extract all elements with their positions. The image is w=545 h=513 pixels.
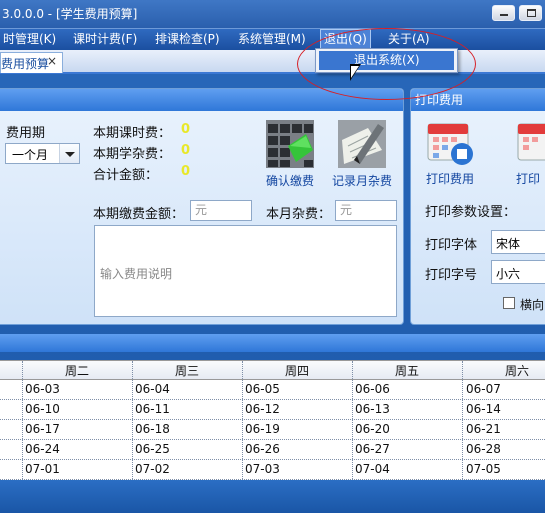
table-row[interactable]: 06-10 06-11 06-12 06-13 06-14 <box>0 400 545 420</box>
lesson-fee-value: 0 <box>181 122 191 137</box>
chevron-down-icon[interactable] <box>59 144 79 163</box>
schedule-header-bar <box>0 334 545 352</box>
pen-icon <box>338 120 386 168</box>
column-header: 周四 <box>284 364 309 378</box>
total-value: 0 <box>181 164 191 179</box>
menu-schedule-check[interactable]: 排课检查(P) <box>152 29 223 51</box>
window-title: 3.0.0.0 - [学生费用预算] <box>2 7 138 21</box>
maximize-button[interactable] <box>519 5 542 21</box>
landscape-label: 横向 <box>520 298 545 312</box>
calendar-icon <box>517 123 545 161</box>
maximize-icon <box>527 9 536 17</box>
table-cell[interactable]: 07-05 <box>466 462 501 476</box>
table-cell[interactable]: 06-17 <box>25 422 60 436</box>
table-cell[interactable]: 06-27 <box>355 442 390 456</box>
table-row[interactable]: 06-17 06-18 06-19 06-20 06-21 <box>0 420 545 440</box>
table-row[interactable]: 06-03 06-04 06-05 06-06 06-07 <box>0 380 545 400</box>
highlight-annotation-circle <box>297 28 476 100</box>
misc-fee-label: 本期学杂费： <box>93 147 172 162</box>
tab-fee-budget[interactable]: 费用预算 × <box>0 52 63 73</box>
print-font-label: 打印字体 <box>425 238 478 253</box>
confirm-payment-button[interactable] <box>266 120 314 168</box>
pay-amount-input[interactable]: 元 <box>190 200 252 221</box>
column-header: 周二 <box>64 364 89 378</box>
table-cell[interactable]: 07-02 <box>135 462 170 476</box>
table-cell[interactable]: 06-24 <box>25 442 60 456</box>
print-size-select[interactable]: 小六 <box>491 260 545 284</box>
menu-system-management[interactable]: 系统管理(M) <box>235 29 309 51</box>
confirm-payment-label[interactable]: 确认缴费 <box>266 172 314 189</box>
table-cell[interactable]: 06-10 <box>25 402 60 416</box>
print-second-label[interactable]: 打印 <box>516 170 540 187</box>
table-cell[interactable]: 07-03 <box>245 462 280 476</box>
period-label: 费用期 <box>6 126 46 141</box>
column-header: 周六 <box>504 364 529 378</box>
fee-note-textarea[interactable]: 输入费用说明 <box>94 225 397 317</box>
keyboard-icon <box>266 120 314 168</box>
schedule-table-header: 周二 周三 周四 周五 周六 <box>0 361 545 380</box>
misc-fee-value: 0 <box>181 143 191 158</box>
window-title-bar: 3.0.0.0 - [学生费用预算] <box>0 0 545 28</box>
print-size-value: 小六 <box>496 267 521 281</box>
table-cell[interactable]: 06-26 <box>245 442 280 456</box>
table-cell[interactable]: 06-19 <box>245 422 280 436</box>
schedule-table: 周二 周三 周四 周五 周六 06-03 06-04 06-05 06-06 0… <box>0 360 545 481</box>
landscape-checkbox[interactable] <box>503 297 515 309</box>
table-cell[interactable]: 06-20 <box>355 422 390 436</box>
calendar-print-icon <box>427 123 473 165</box>
print-font-value: 宋体 <box>496 237 521 251</box>
table-row[interactable]: 07-01 07-02 07-03 07-04 07-05 <box>0 460 545 480</box>
record-misc-fee-button[interactable] <box>338 120 386 168</box>
menu-lesson-billing[interactable]: 课时计费(F) <box>70 29 140 51</box>
record-misc-fee-label[interactable]: 记录月杂费 <box>332 172 392 189</box>
table-cell[interactable]: 06-05 <box>245 382 280 396</box>
status-footer <box>0 480 545 513</box>
pay-amount-label: 本期缴费金额： <box>93 207 185 222</box>
close-icon[interactable]: × <box>47 54 57 68</box>
table-cell[interactable]: 06-14 <box>466 402 501 416</box>
print-settings-label: 打印参数设置： <box>425 205 517 220</box>
print-size-label: 打印字号 <box>425 268 478 283</box>
table-cell[interactable]: 06-18 <box>135 422 170 436</box>
table-cell[interactable]: 07-04 <box>355 462 390 476</box>
print-font-select[interactable]: 宋体 <box>491 230 545 254</box>
table-cell[interactable]: 06-03 <box>25 382 60 396</box>
table-row[interactable]: 06-24 06-25 06-26 06-27 06-28 <box>0 440 545 460</box>
period-select[interactable]: 一个月 <box>5 143 80 164</box>
print-fee-button[interactable] <box>426 118 474 166</box>
table-cell[interactable]: 06-06 <box>355 382 390 396</box>
menu-lesson-management[interactable]: 时管理(K) <box>0 29 59 51</box>
table-cell[interactable]: 06-11 <box>135 402 170 416</box>
print-fee-label[interactable]: 打印费用 <box>426 170 474 187</box>
total-label: 合计金额： <box>93 168 159 183</box>
minimize-icon <box>500 14 508 16</box>
month-misc-label: 本月杂费： <box>266 207 332 222</box>
minimize-button[interactable] <box>492 5 515 21</box>
print-second-button[interactable] <box>516 118 545 166</box>
lesson-fee-label: 本期课时费： <box>93 126 172 141</box>
table-cell[interactable]: 07-01 <box>25 462 60 476</box>
column-header: 周五 <box>394 364 419 378</box>
month-misc-input[interactable]: 元 <box>335 200 397 221</box>
table-cell[interactable]: 06-12 <box>245 402 280 416</box>
column-header: 周三 <box>174 364 199 378</box>
period-select-value: 一个月 <box>12 148 49 162</box>
table-cell[interactable]: 06-25 <box>135 442 170 456</box>
table-cell[interactable]: 06-13 <box>355 402 390 416</box>
table-cell[interactable]: 06-04 <box>135 382 170 396</box>
tab-label: 费用预算 <box>1 57 50 71</box>
table-cell[interactable]: 06-07 <box>466 382 501 396</box>
table-cell[interactable]: 06-28 <box>466 442 501 456</box>
table-cell[interactable]: 06-21 <box>466 422 501 436</box>
